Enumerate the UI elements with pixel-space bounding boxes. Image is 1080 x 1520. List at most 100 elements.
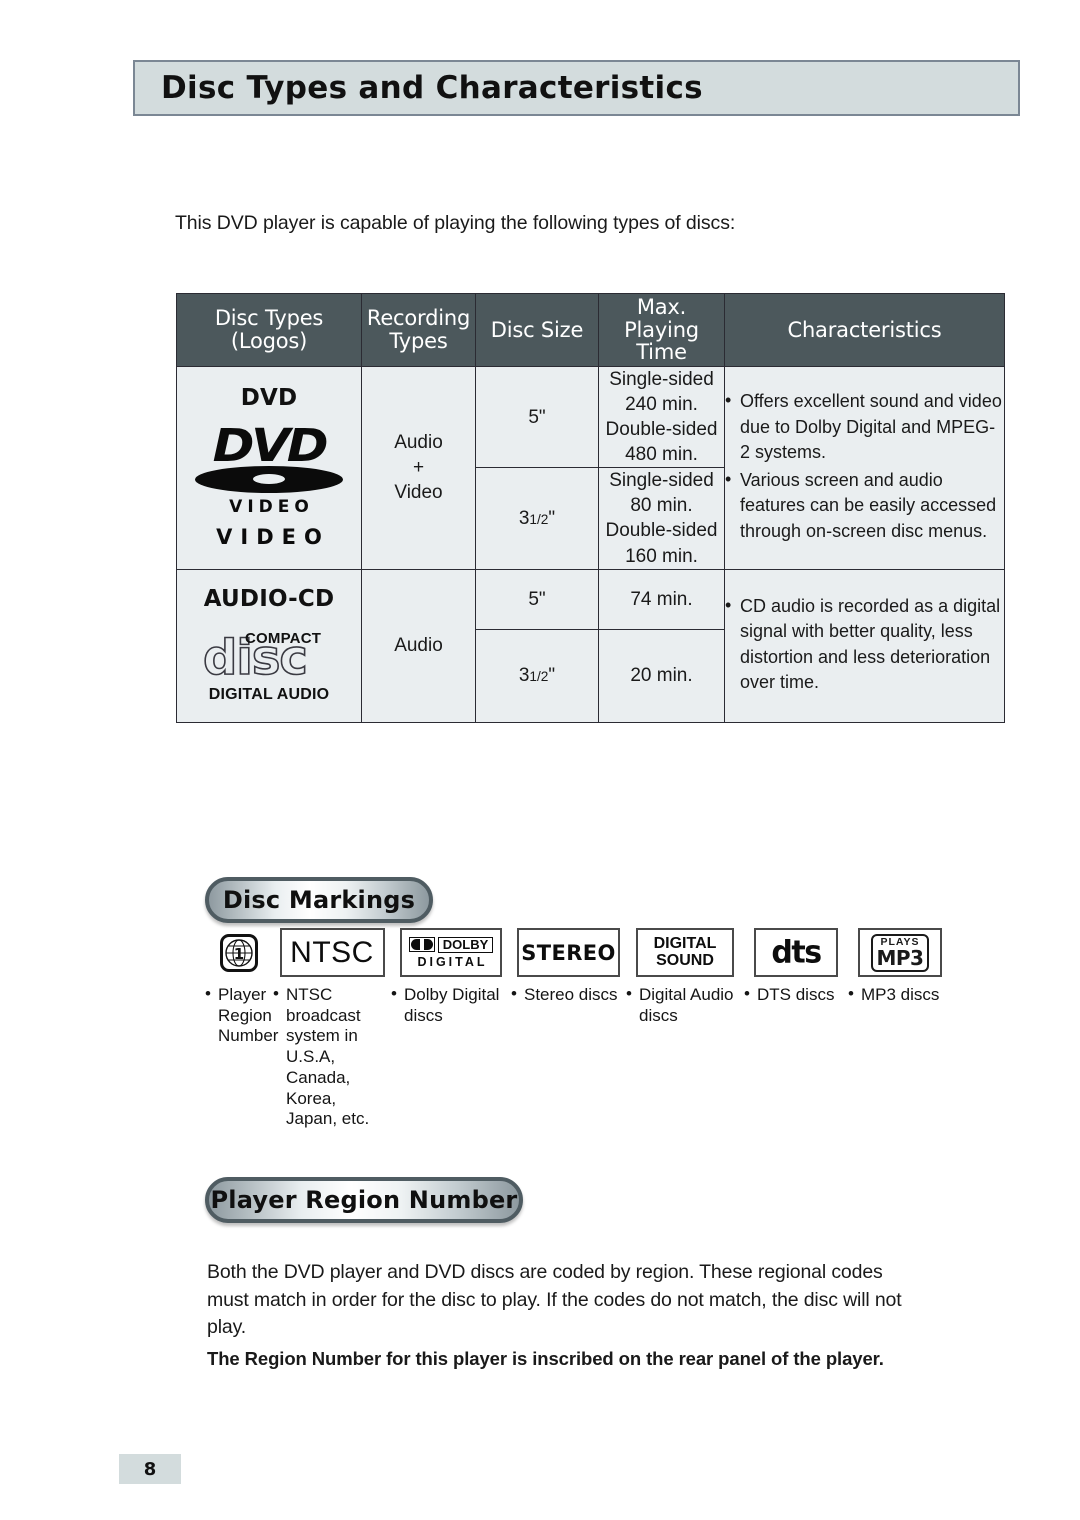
ntsc-logo-label: NTSC (290, 935, 374, 969)
cell-dvd-characteristics: Offers excellent sound and video due to … (724, 366, 1005, 570)
audio-cd-characteristics-list: CD audio is recorded as a digital signal… (725, 593, 1004, 696)
cell-dvd-recording-type: Audio + Video (361, 366, 476, 570)
marking-digital-sound: DIGITAL SOUND Digital Audio discs (626, 928, 744, 1026)
dolby-double-d-icon (408, 937, 435, 952)
cell-audio-cd-size-3half: 31/2" (475, 628, 599, 723)
header-max-playing-time: Max. Playing Time (598, 293, 725, 367)
marking-caption: NTSC broadcast system in U.S.A, Canada, … (273, 984, 391, 1130)
dvd-time-3-line-3: Double-sided (605, 520, 718, 542)
audio-cd-label: AUDIO-CD (203, 585, 335, 612)
dvd-logo-video-large: VIDEO (216, 524, 330, 549)
dvd-recording-line-3: Video (394, 482, 443, 504)
header-max-playing-time-line1: Max. (636, 294, 687, 319)
header-disc-size-label: Disc Size (490, 317, 584, 342)
page-number-badge: 8 (119, 1454, 181, 1484)
cd-size-5-unit: " (538, 588, 546, 610)
region-globe-icon: 1 (220, 933, 258, 972)
marking-caption: Digital Audio discs (626, 984, 744, 1026)
compact-disc-logo: disc COMPACT DIGITAL AUDIO (189, 630, 349, 704)
dvd-characteristics-list: Offers excellent sound and video due to … (725, 388, 1004, 545)
table-row-audio-cd: AUDIO-CD disc COMPACT DIGITAL AUDIO Audi… (176, 568, 1005, 723)
header-recording-types: Recording Types (361, 293, 476, 367)
disc-types-table: Disc Types (Logos) Recording Types Disc … (176, 293, 1005, 723)
intro-paragraph: This DVD player is capable of playing th… (175, 212, 736, 234)
cell-audio-cd-size-5in: 5" (475, 568, 599, 630)
cell-audio-cd-logo: AUDIO-CD disc COMPACT DIGITAL AUDIO (176, 568, 362, 723)
cell-dvd-size-5in: 5" (475, 365, 599, 469)
dolby-digital-logo-box: DOLBY DIGITAL (400, 928, 502, 977)
player-region-number-heading-text: Player Region Number (210, 1186, 518, 1214)
dvd-video-logo: DVD VIDEO VIDEO (194, 423, 344, 549)
header-max-playing-time-line2: Playing Time (624, 317, 699, 365)
player-region-number-body: Both the DVD player and DVD discs are co… (207, 1259, 917, 1372)
cd-time-3-line-1: 20 min. (630, 665, 693, 687)
region-number-bold-note: The Region Number for this player is ins… (207, 1348, 884, 1370)
dts-logo-label: dts (771, 934, 822, 971)
marking-ntsc: NTSC NTSC broadcast system in U.S.A, Can… (273, 928, 391, 1130)
dvd-time-3-line-1: Single-sided (609, 470, 714, 492)
dvd-size-3-fraction: 1/2 (529, 511, 549, 527)
dvd-size-5-unit: " (538, 406, 546, 428)
marking-dts: dts DTS discs (744, 928, 848, 1006)
cd-size-3-number: 3 (518, 665, 530, 687)
marking-caption: Stereo discs (511, 984, 618, 1006)
marking-mp3: PLAYS MP3 MP3 discs (848, 928, 952, 1006)
dvd-time-5-line-1: Single-sided (609, 369, 714, 390)
dvd-logo-wordmark: DVD (212, 418, 329, 472)
cell-dvd-logo: DVD DVD VIDEO VIDEO (176, 366, 362, 570)
dvd-time-3-line-2: 80 min. (630, 495, 693, 517)
cell-audio-cd-characteristics: CD audio is recorded as a digital signal… (724, 568, 1005, 723)
cell-dvd-time-5in: Single-sided 240 min. Double-sided 480 m… (598, 365, 725, 469)
stereo-logo-label: STEREO (521, 940, 616, 965)
cd-time-5-line-1: 74 min. (630, 588, 693, 610)
marking-player-region-number: 1 Player Region Number (205, 928, 278, 1047)
svg-text:1: 1 (234, 945, 244, 963)
marking-dolby-digital: DOLBY DIGITAL Dolby Digital discs (391, 928, 511, 1026)
cell-audio-cd-time-5in: 74 min. (598, 568, 725, 630)
dvd-characteristic-item: Offers excellent sound and video due to … (725, 388, 1004, 466)
cell-audio-cd-time-3half: 20 min. (598, 628, 725, 723)
cd-logo-compact-text: COMPACT (245, 629, 322, 647)
ntsc-logo-box: NTSC (279, 928, 385, 977)
marking-caption: DTS discs (744, 984, 834, 1006)
dts-logo-box: dts (754, 928, 838, 977)
section-heading-disc-markings: Disc Markings (205, 877, 433, 923)
dvd-time-5-line-4: 480 min. (625, 444, 698, 466)
table-row-dvd: DVD DVD VIDEO VIDEO Audio + Video 5" Sin… (176, 365, 1005, 570)
digital-sound-bottom-text: SOUND (656, 951, 714, 969)
dvd-size-3-unit: " (548, 507, 556, 529)
cell-dvd-size-3half: 31/2" (475, 467, 599, 570)
digital-sound-top-text: DIGITAL (653, 934, 717, 952)
cd-logo-digital-audio-text: DIGITAL AUDIO (208, 685, 330, 703)
header-disc-types-line2: (Logos) (230, 329, 308, 353)
header-disc-size: Disc Size (475, 293, 599, 367)
mp3-logo-box: PLAYS MP3 (858, 928, 942, 977)
dvd-time-3-line-4: 160 min. (625, 545, 698, 567)
audio-cd-characteristic-item: CD audio is recorded as a digital signal… (725, 593, 1004, 696)
marking-caption: Dolby Digital discs (391, 984, 511, 1026)
cd-size-5-number: 5 (528, 588, 539, 610)
marking-caption: Player Region Number (205, 984, 278, 1047)
mp3-logo: PLAYS MP3 (870, 933, 930, 972)
disc-markings-row: 1 Player Region Number NTSC NTSC broadca… (205, 928, 995, 1130)
cell-audio-cd-recording-type: Audio (361, 568, 476, 723)
dvd-size-5-number: 5 (528, 406, 539, 428)
dvd-recording-line-2: + (412, 457, 425, 479)
audio-cd-recording-line-1: Audio (394, 635, 443, 657)
cell-dvd-time-3half: Single-sided 80 min. Double-sided 160 mi… (598, 467, 725, 570)
dvd-time-5-line-3: Double-sided (605, 419, 718, 441)
header-disc-types: Disc Types (Logos) (176, 293, 362, 367)
dolby-logo-top-text: DOLBY (437, 936, 494, 953)
dolby-digital-logo: DOLBY DIGITAL (408, 936, 494, 969)
dvd-characteristic-item: Various screen and audio features can be… (725, 467, 1004, 545)
mp3-logo-main-text: MP3 (876, 945, 924, 970)
region-number-paragraph: Both the DVD player and DVD discs are co… (207, 1261, 902, 1339)
header-recording-types-line2: Types (389, 329, 448, 353)
stereo-logo-box: STEREO (517, 928, 620, 977)
marking-caption: MP3 discs (848, 984, 939, 1006)
dvd-recording-line-1: Audio (394, 432, 443, 454)
marking-stereo: STEREO Stereo discs (511, 928, 626, 1006)
dvd-logo-disc-shape (195, 465, 343, 493)
digital-sound-logo-box: DIGITAL SOUND (636, 928, 734, 977)
header-disc-types-line1: Disc Types (214, 306, 324, 331)
